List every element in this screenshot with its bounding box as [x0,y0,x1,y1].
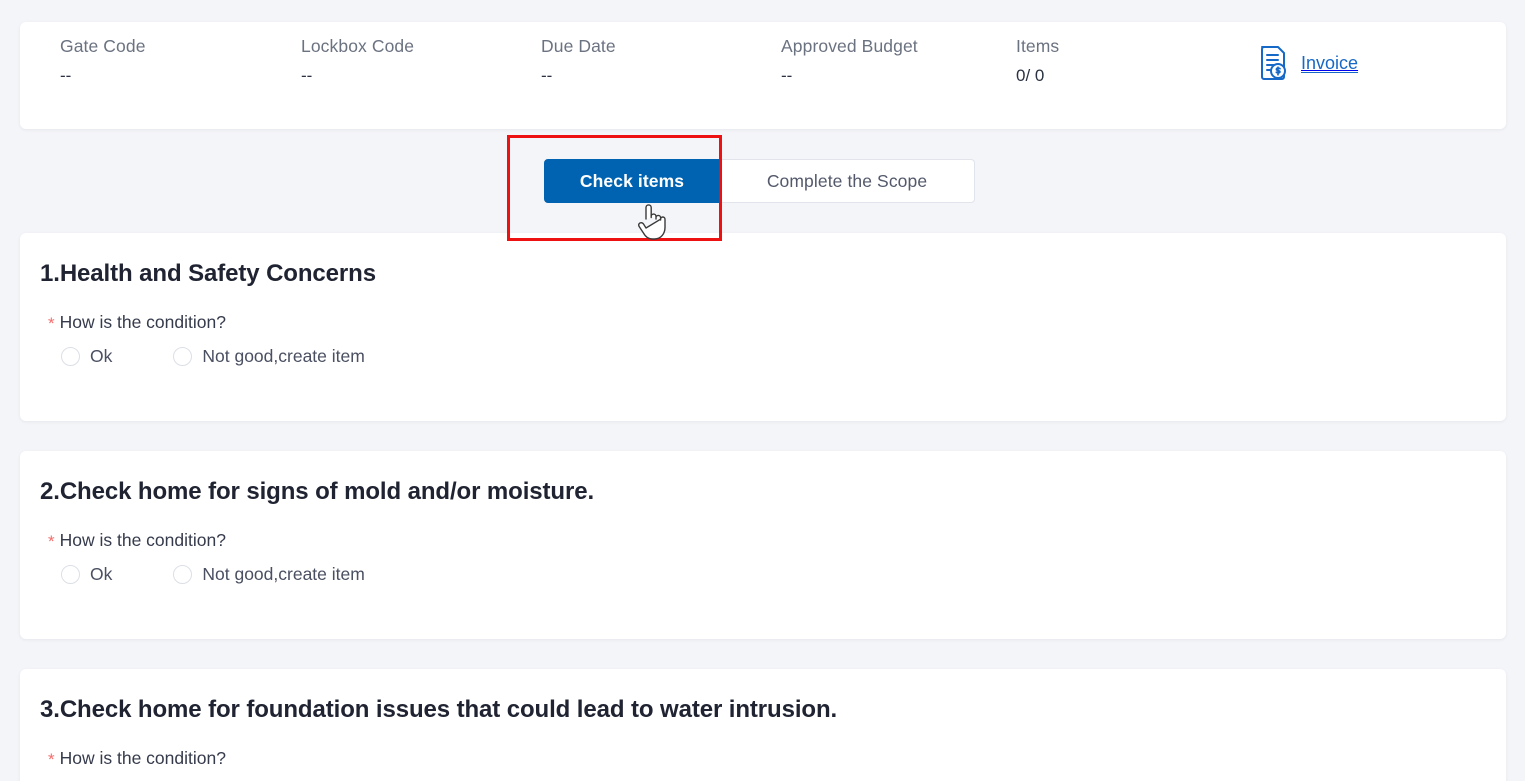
field-lockbox-code: Lockbox Code -- [301,32,414,90]
required-asterisk: * [48,532,55,551]
required-asterisk: * [48,750,55,769]
field-gate-code-value: -- [60,66,72,85]
complete-the-scope-button[interactable]: Complete the Scope [720,159,975,203]
radio-circle-icon[interactable] [173,347,193,366]
question-prompt-text: How is the condition? [59,530,226,550]
question-prompt-row: * How is the condition? [48,311,226,335]
radio-option-label: Ok [90,346,113,366]
radio-circle-icon[interactable] [61,565,80,584]
field-due-date: Due Date -- [541,32,616,90]
question-prompt-row: * How is the condition? [48,529,226,553]
question-card: 2.Check home for signs of mold and/or mo… [20,451,1506,639]
invoice-link-group[interactable]: Invoice [1257,44,1358,82]
scope-action-button-group: Check items Complete the Scope [544,159,975,203]
field-approved-budget: Approved Budget -- [781,32,918,90]
radio-option-label: Not good,create item [202,346,365,366]
field-approved-budget-value: -- [781,66,793,85]
question-radio-group: Ok Not good,create item [61,564,365,585]
question-title: 1.Health and Safety Concerns [40,260,376,287]
radio-option-not-good[interactable]: Not good,create item [173,346,365,367]
page-top-strip [0,0,1525,22]
job-summary-card: Gate Code -- Lockbox Code -- Due Date --… [20,22,1506,129]
field-due-date-label: Due Date [541,36,616,56]
question-prompt-row: * How is the condition? [48,747,226,771]
question-prompt-text: How is the condition? [59,312,226,332]
required-asterisk: * [48,314,55,333]
invoice-document-dollar-icon [1257,44,1291,82]
radio-option-label: Not good,create item [202,564,365,584]
radio-option-not-good[interactable]: Not good,create item [173,564,365,585]
check-items-button[interactable]: Check items [544,159,720,203]
radio-option-label: Ok [90,564,113,584]
question-radio-group: Ok Not good,create item [61,346,365,367]
field-approved-budget-label: Approved Budget [781,36,918,56]
field-lockbox-code-label: Lockbox Code [301,36,415,56]
field-due-date-value: -- [541,66,553,85]
radio-circle-icon[interactable] [173,565,193,584]
radio-option-ok[interactable]: Ok [61,564,112,585]
radio-option-ok[interactable]: Ok [61,346,112,367]
question-card: 1.Health and Safety Concerns * How is the… [20,233,1506,421]
invoice-link-label: Invoice [1301,52,1359,73]
field-gate-code-label: Gate Code [60,36,146,56]
field-items-value: 0/ 0 [1016,66,1045,85]
question-title: 2.Check home for signs of mold and/or mo… [40,478,595,505]
field-items-label: Items [1016,36,1060,56]
question-card: 3.Check home for foundation issues that … [20,669,1506,781]
question-prompt-text: How is the condition? [59,748,226,768]
field-gate-code: Gate Code -- [60,32,146,90]
radio-circle-icon[interactable] [61,347,80,366]
job-summary-fields: Gate Code -- Lockbox Code -- Due Date --… [20,22,1506,129]
field-items: Items 0/ 0 [1016,32,1059,90]
question-title: 3.Check home for foundation issues that … [40,696,838,723]
field-lockbox-code-value: -- [301,66,313,85]
